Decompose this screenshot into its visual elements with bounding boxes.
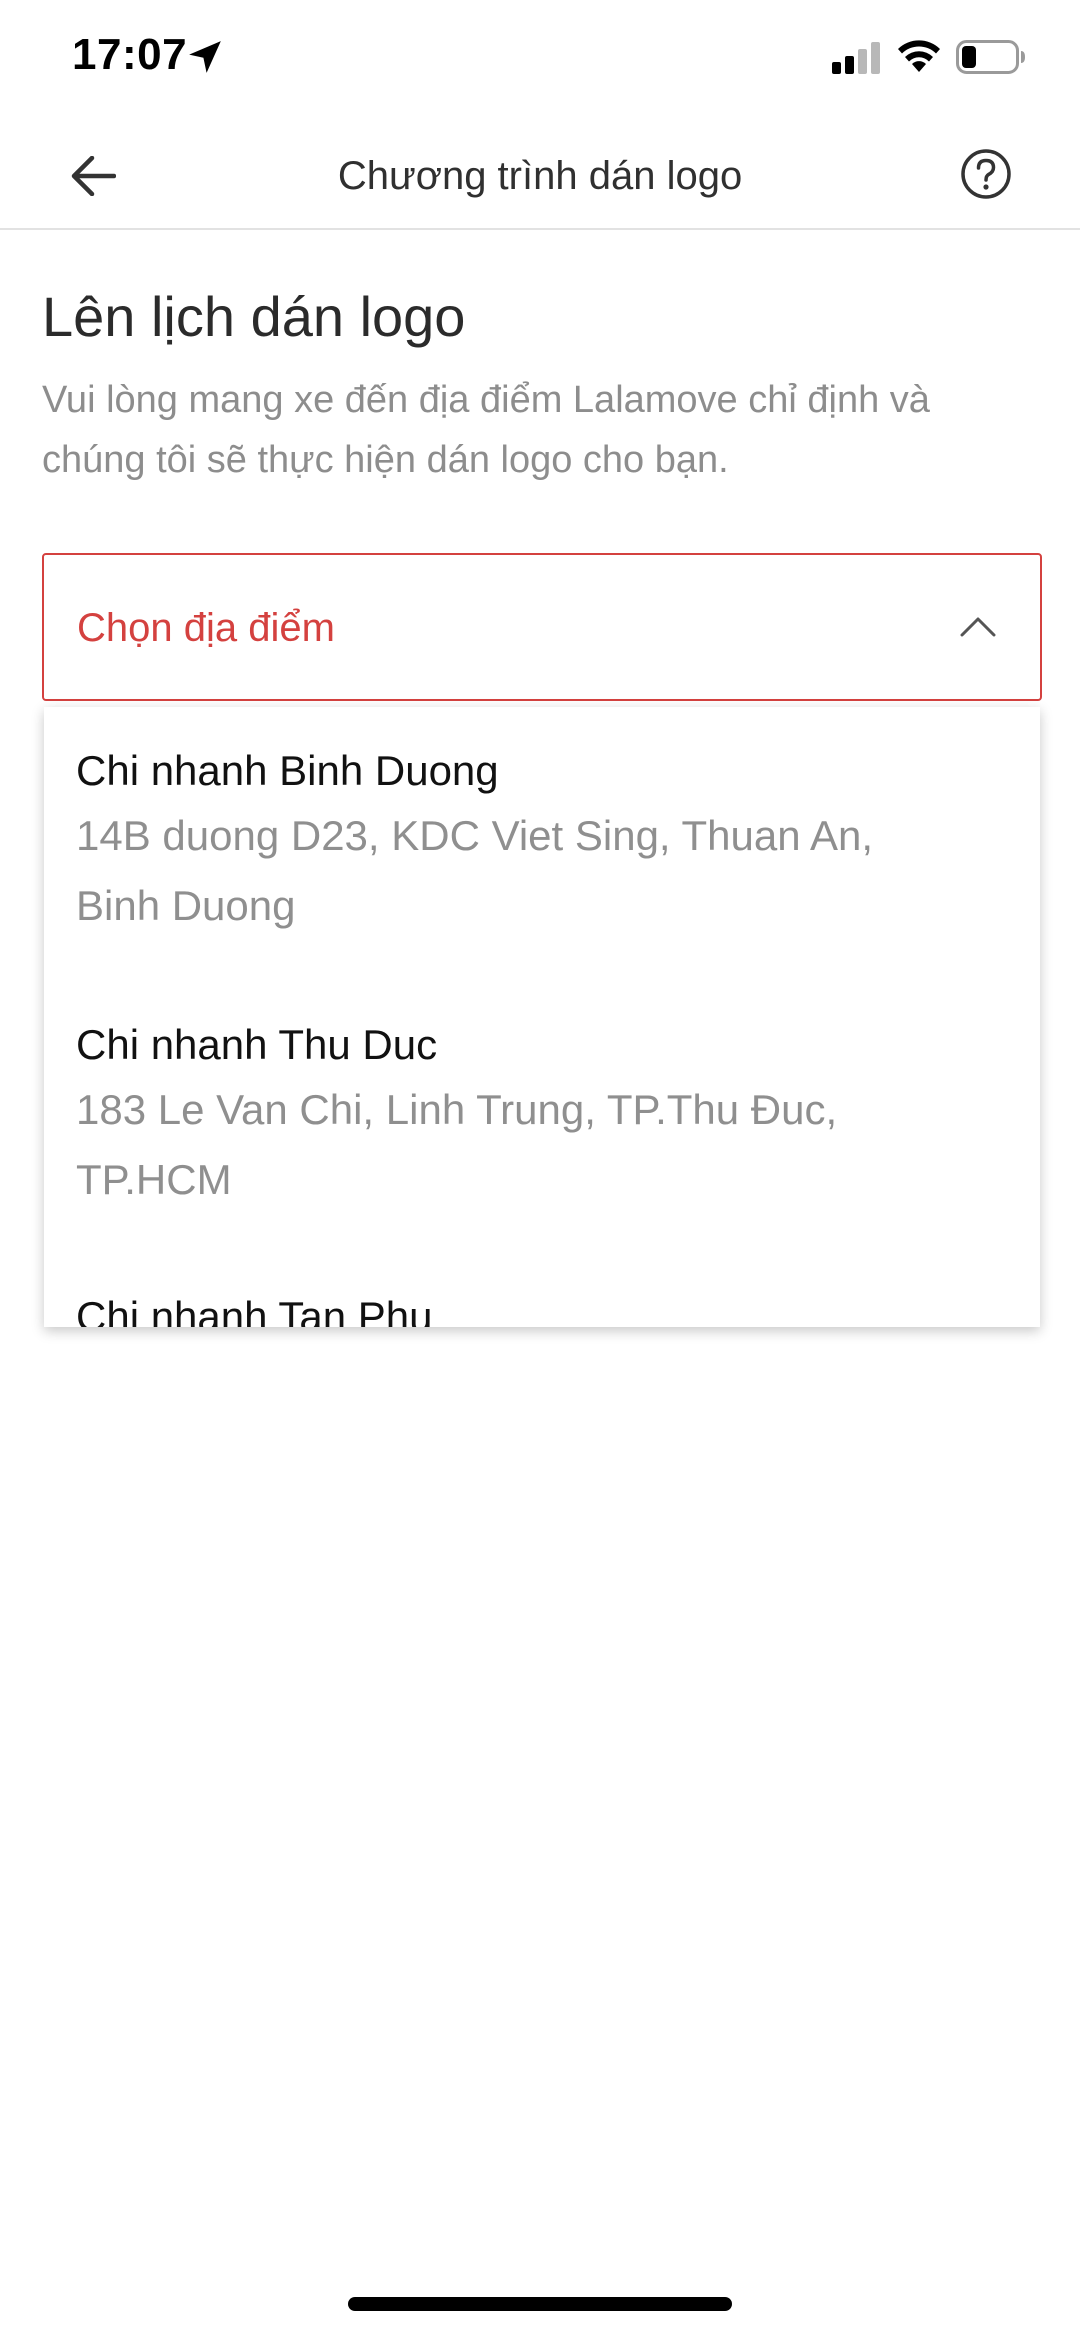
status-time: 17:07: [72, 30, 188, 79]
location-option-address: 14B duong D23, KDC Viet Sing, Thuan An,: [76, 812, 873, 859]
question-circle-icon: [961, 149, 1011, 199]
help-button[interactable]: [956, 144, 1016, 204]
location-option-address: 183 Le Van Chi, Linh Trung, TP.Thu Đuc,: [76, 1086, 838, 1133]
status-bar: 17:07: [0, 0, 1080, 120]
location-option-binh-duong[interactable]: Chi nhanh Binh Duong 14B duong D23, KDC …: [76, 741, 1006, 941]
home-indicator: [348, 2297, 732, 2311]
chevron-up-icon: [960, 617, 996, 637]
location-select[interactable]: Chọn địa điểm: [42, 553, 1042, 701]
location-option-name: Chi nhanh Thu Duc: [76, 1021, 438, 1068]
app-header: Chương trình dán logo: [0, 120, 1080, 230]
location-option-name: Chi nhanh Tan Phu: [76, 1293, 433, 1327]
location-option-thu-duc[interactable]: Chi nhanh Thu Duc 183 Le Van Chi, Linh T…: [76, 1015, 1006, 1215]
location-option-address: Binh Duong: [76, 882, 296, 929]
battery-icon: [956, 40, 1025, 74]
location-option-name: Chi nhanh Binh Duong: [76, 747, 499, 794]
location-option-address: TP.HCM: [76, 1156, 232, 1203]
page-title: Lên lịch dán logo: [42, 285, 466, 348]
location-option-tan-phu[interactable]: Chi nhanh Tan Phu: [76, 1287, 1006, 1327]
location-arrow-icon: [189, 41, 221, 73]
arrow-left-icon: [71, 156, 116, 196]
page-description: Vui lòng mang xe đến địa điểm Lalamove c…: [42, 379, 930, 481]
back-button[interactable]: [60, 148, 126, 204]
location-dropdown-list[interactable]: Chi nhanh Binh Duong 14B duong D23, KDC …: [44, 707, 1040, 1327]
wifi-icon: [898, 40, 940, 72]
page-header-title: Chương trình dán logo: [337, 154, 743, 198]
location-select-placeholder: Chọn địa điểm: [77, 606, 335, 650]
signal-icon: [832, 42, 880, 74]
